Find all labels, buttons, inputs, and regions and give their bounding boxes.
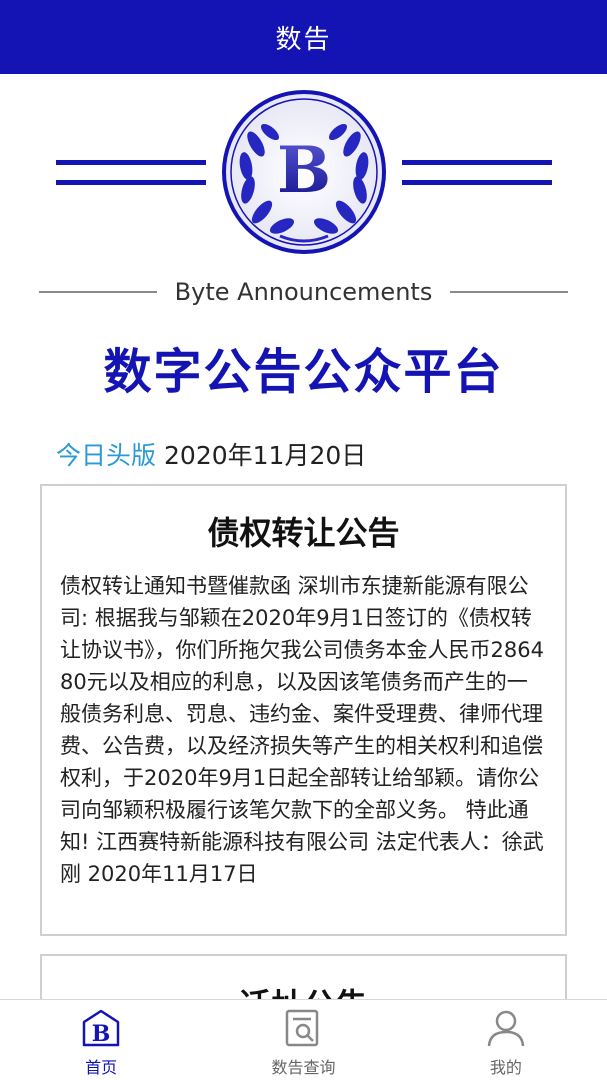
today-date: 2020年11月20日 [164, 441, 367, 470]
today-label: 今日头版 [56, 441, 157, 470]
announcement-body: 债权转让通知书暨催款函 深圳市东捷新能源有限公司: 根据我与邹颖在2020年9月… [60, 574, 544, 886]
logo-area: B [0, 74, 607, 269]
divider-right [450, 291, 569, 293]
announcement-title: 迁址公告 [42, 980, 565, 999]
tab-home-label: 首页 [85, 1058, 118, 1077]
svg-text:B: B [92, 1021, 111, 1047]
user-icon [487, 1010, 525, 1047]
announcement-title: 债权转让公告 [207, 514, 400, 552]
divider-left [38, 291, 157, 293]
left-bars [56, 160, 206, 185]
content-scroll-area[interactable]: B Byte Announcements 数字公告公众平台 今日头版 2020年1… [0, 74, 607, 999]
home-b-icon: B [82, 1009, 120, 1047]
subtitle-text: Byte Announcements [174, 278, 433, 306]
tab-mine[interactable]: 我的 [405, 1000, 607, 1080]
logo-letter: B [277, 133, 331, 208]
app-root: 数告 B Byte Announcements 数字公告公众平台 今日头版 20… [0, 0, 607, 1080]
bottom-tab-bar: B 首页 数告查询 我的 [0, 999, 607, 1080]
subtitle-row: Byte Announcements [0, 274, 607, 310]
right-bars [402, 160, 552, 185]
page-title: 数字公告公众平台 [103, 344, 504, 400]
header-title: 数告 [275, 24, 332, 55]
tab-search[interactable]: 数告查询 [202, 1000, 404, 1080]
document-search-icon [286, 1009, 319, 1047]
tab-mine-label: 我的 [489, 1058, 522, 1077]
tab-home[interactable]: B 首页 [0, 1000, 202, 1080]
announcement-card[interactable]: 债权转让公告 债权转让通知书暨催款函 深圳市东捷新能源有限公司: 根据我与邹颖在… [40, 484, 567, 936]
brand-logo: B [56, 90, 552, 254]
tab-search-label: 数告查询 [271, 1058, 336, 1077]
app-header: 数告 [0, 0, 607, 74]
announcement-card[interactable]: 迁址公告 [40, 954, 567, 999]
today-row: 今日头版 2020年11月20日 [56, 436, 366, 472]
